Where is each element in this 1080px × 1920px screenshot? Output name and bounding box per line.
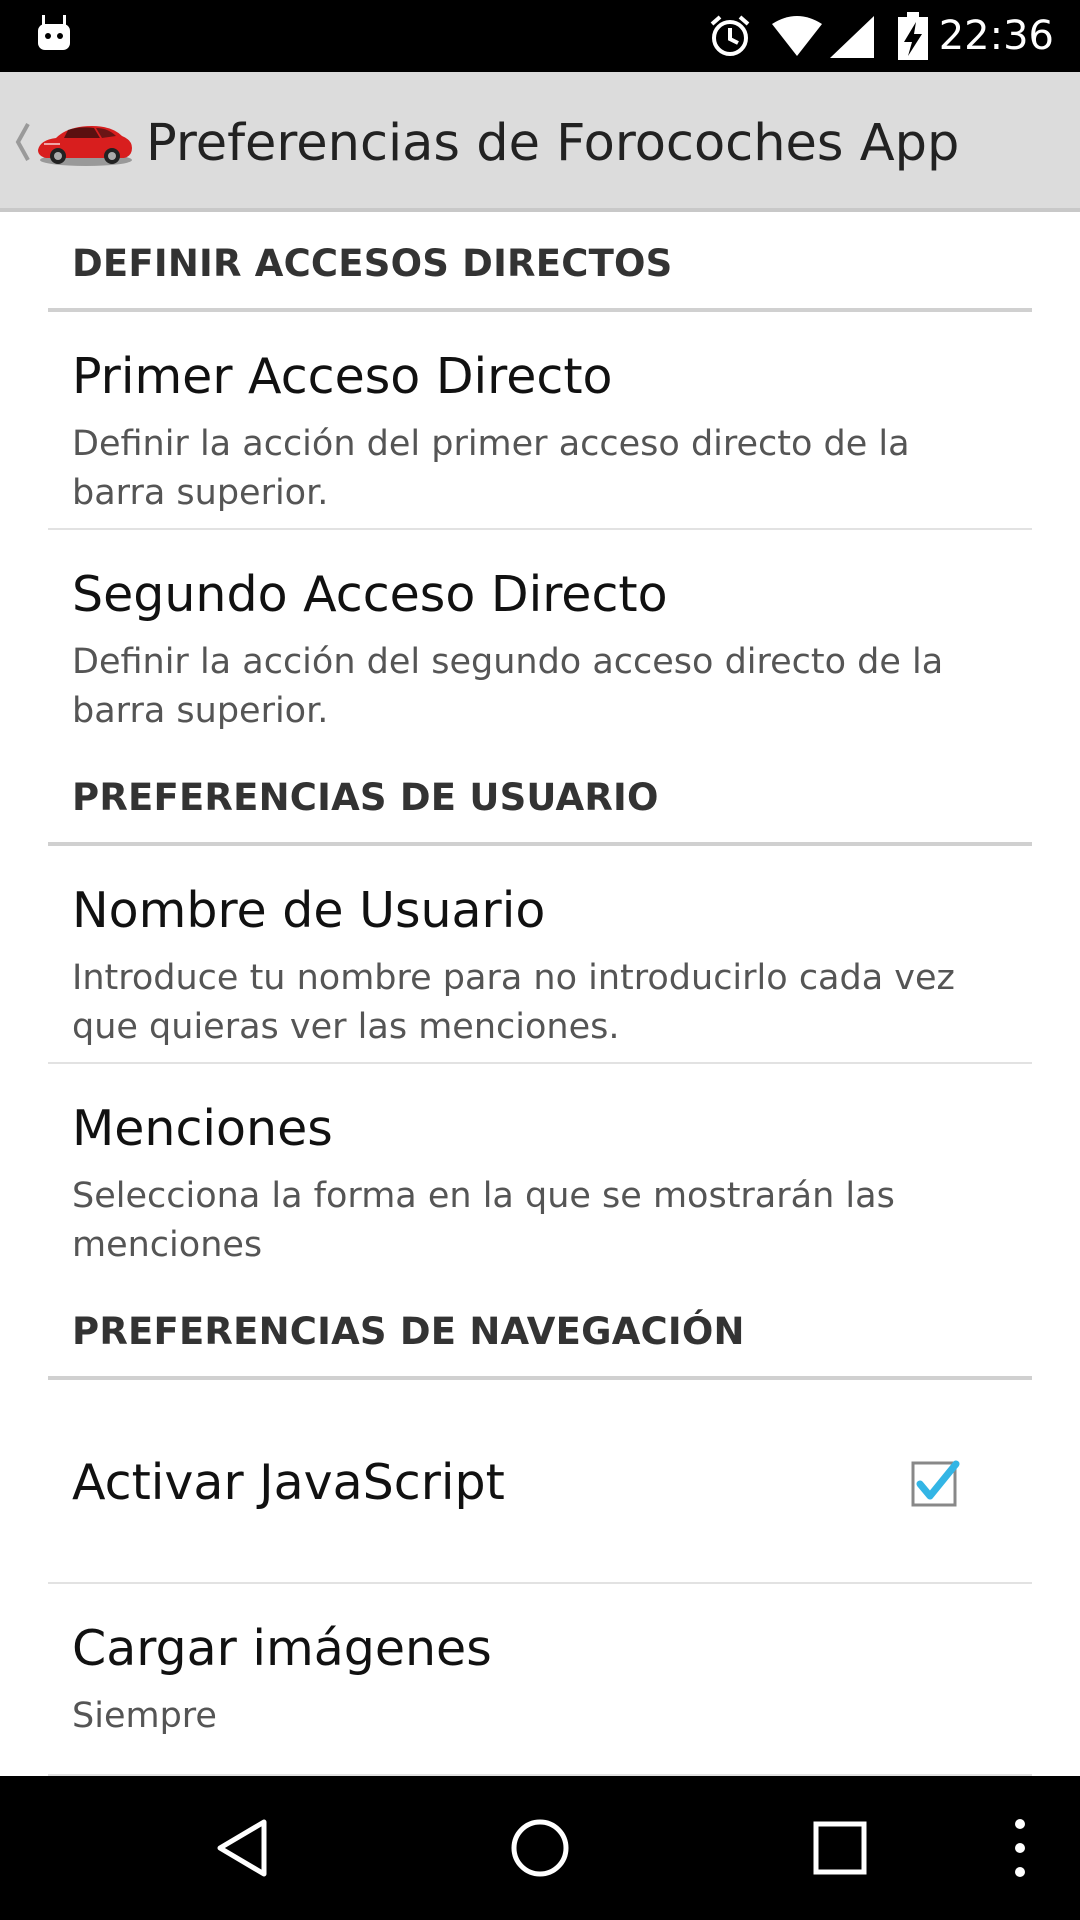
pref-title: Activar JavaScript [72, 1454, 505, 1511]
pref-title: Menciones [72, 1100, 333, 1157]
overflow-menu-icon[interactable] [984, 1812, 1056, 1884]
pref-menciones[interactable]: Menciones Selecciona la forma en la que … [48, 1064, 1032, 1280]
pref-title: Primer Acceso Directo [72, 348, 613, 405]
pref-title: Nombre de Usuario [72, 882, 546, 939]
pref-cargar-imagenes[interactable]: Cargar imágenes Siempre [48, 1584, 1032, 1776]
chevron-left-icon[interactable] [12, 120, 32, 164]
pref-title: Segundo Acceso Directo [72, 566, 668, 623]
section-header-label: DEFINIR ACCESOS DIRECTOS [72, 242, 673, 285]
action-bar: Preferencias de Forocoches App [0, 72, 1080, 212]
pref-title: Cargar imágenes [72, 1620, 492, 1677]
pref-activar-javascript[interactable]: Activar JavaScript [48, 1380, 1032, 1584]
navigation-bar [0, 1776, 1080, 1920]
alarm-icon [710, 15, 750, 56]
section-header-label: PREFERENCIAS DE NAVEGACIÓN [72, 1310, 745, 1353]
home-icon[interactable] [504, 1812, 576, 1884]
pref-primer-acceso-directo[interactable]: Primer Acceso Directo Definir la acción … [48, 312, 1032, 530]
section-header-usuario: PREFERENCIAS DE USUARIO [48, 746, 1032, 846]
red-car-logo[interactable] [34, 120, 134, 168]
preferences-list: DEFINIR ACCESOS DIRECTOS Primer Acceso D… [0, 212, 1080, 1776]
android-notification-icon [38, 15, 70, 50]
pref-nombre-de-usuario[interactable]: Nombre de Usuario Introduce tu nombre pa… [48, 846, 1032, 1064]
recents-icon[interactable] [804, 1812, 876, 1884]
pref-summary: Siempre [72, 1696, 217, 1736]
pref-summary: Definir la acción del segundo acceso dir… [72, 642, 944, 731]
back-icon[interactable] [206, 1812, 278, 1884]
section-header-navegacion: PREFERENCIAS DE NAVEGACIÓN [48, 1280, 1032, 1380]
signal-icon [830, 16, 874, 58]
status-bar: 22:36 [0, 0, 1080, 72]
pref-summary: Introduce tu nombre para no introducirlo… [72, 958, 955, 1047]
pref-segundo-acceso-directo[interactable]: Segundo Acceso Directo Definir la acción… [48, 530, 1032, 746]
pref-summary: Definir la acción del primer acceso dire… [72, 424, 910, 513]
pref-summary: Selecciona la forma en la que se mostrar… [72, 1176, 895, 1265]
javascript-checkbox[interactable] [910, 1458, 960, 1508]
wifi-icon [772, 16, 822, 56]
section-header-accesos-directos: DEFINIR ACCESOS DIRECTOS [48, 212, 1032, 312]
section-header-label: PREFERENCIAS DE USUARIO [72, 776, 659, 819]
page-title: Preferencias de Forocoches App [146, 114, 960, 173]
status-clock: 22:36 [938, 13, 1054, 59]
battery-charging-icon [898, 12, 928, 60]
